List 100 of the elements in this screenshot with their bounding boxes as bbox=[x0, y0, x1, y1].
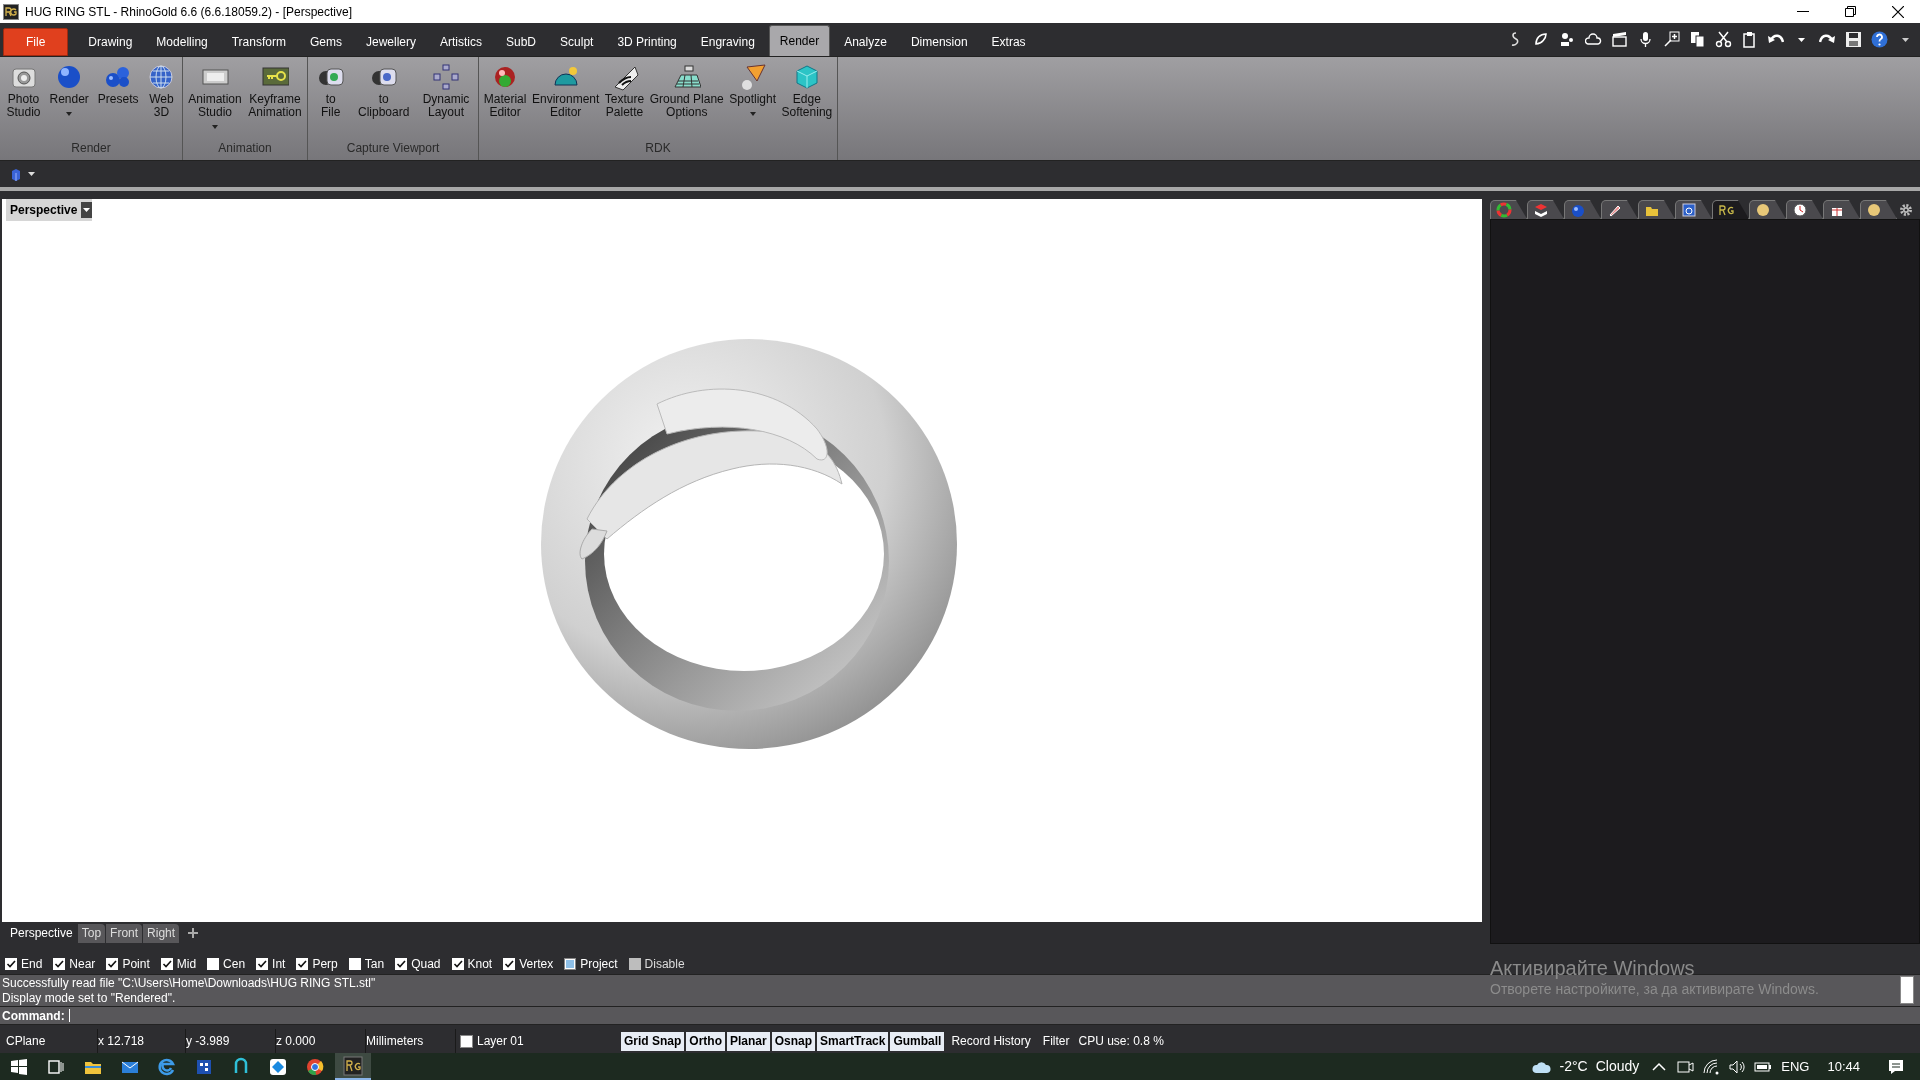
viewport-tab[interactable]: Front bbox=[106, 923, 143, 943]
cloud-icon[interactable] bbox=[1585, 31, 1602, 48]
ribbon-tab[interactable]: 3D Printing bbox=[607, 28, 687, 56]
ribbon-button[interactable]: Environment Editor bbox=[530, 63, 601, 139]
ribbon-button[interactable]: Edge Softening bbox=[780, 63, 834, 139]
viewport[interactable]: Perspective bbox=[0, 199, 1482, 923]
checkbox[interactable] bbox=[160, 958, 173, 970]
ribbon-button[interactable]: Web 3D bbox=[146, 63, 177, 139]
settings-icon[interactable] bbox=[1899, 203, 1913, 217]
status-toggle[interactable]: Filter bbox=[1037, 1031, 1075, 1051]
scrollbar[interactable] bbox=[1900, 976, 1914, 1004]
ribbon-button[interactable]: Presets bbox=[96, 63, 140, 139]
save-icon[interactable] bbox=[1845, 31, 1862, 48]
ribbon-tab[interactable]: Dimension bbox=[900, 28, 978, 56]
ribbon-tab[interactable]: Modelling bbox=[146, 28, 218, 56]
status-toggle[interactable]: Planar bbox=[727, 1031, 770, 1051]
panel-tab[interactable] bbox=[1527, 200, 1564, 219]
windows-start-icon[interactable] bbox=[9, 1056, 29, 1077]
panel-tab[interactable] bbox=[1823, 200, 1860, 219]
minimize-icon[interactable] bbox=[1797, 10, 1809, 13]
ribbon-button[interactable]: to Clipboard bbox=[356, 63, 411, 139]
layer-color-swatch[interactable] bbox=[460, 1034, 473, 1048]
ribbon-button[interactable]: Ground Plane Options bbox=[648, 63, 725, 139]
ribbon-button[interactable]: Animation Studio bbox=[187, 63, 243, 139]
ribbon-button[interactable]: Material Editor bbox=[482, 63, 528, 139]
panel-tab[interactable] bbox=[1749, 200, 1786, 219]
ribbon-button[interactable]: Render bbox=[48, 63, 90, 139]
panel-tab[interactable] bbox=[1601, 200, 1638, 219]
window-title: HUG RING STL - RhinoGold 6.6 (6.6.18059.2) - [Perspective] bbox=[25, 3, 353, 21]
panel-tab[interactable] bbox=[1786, 200, 1823, 219]
checkbox[interactable] bbox=[503, 958, 516, 970]
checkbox[interactable] bbox=[5, 958, 17, 970]
ribbon-button[interactable]: Keyframe Animation bbox=[247, 63, 303, 139]
caret-icon[interactable] bbox=[28, 172, 35, 176]
panel-tab[interactable] bbox=[1712, 200, 1749, 219]
layer-label[interactable]: Layer 01 bbox=[477, 1032, 524, 1050]
ribbon-button[interactable]: Dynamic Layout bbox=[421, 63, 471, 139]
status-toggle[interactable]: Record History bbox=[946, 1031, 1036, 1051]
status-toggle[interactable]: Ortho bbox=[686, 1031, 725, 1051]
language-indicator[interactable]: ENG bbox=[1781, 1056, 1810, 1077]
help-icon[interactable] bbox=[1871, 31, 1888, 48]
zoom-icon[interactable] bbox=[1663, 31, 1680, 48]
checkbox[interactable] bbox=[628, 958, 641, 970]
clapperboard-icon[interactable] bbox=[1611, 31, 1628, 48]
panel-tab[interactable] bbox=[1675, 200, 1712, 219]
chrome-icon[interactable] bbox=[305, 1056, 325, 1077]
viewport-menu-button[interactable] bbox=[81, 202, 93, 218]
panel-tab[interactable] bbox=[1638, 200, 1675, 219]
browser-e-icon[interactable] bbox=[157, 1056, 177, 1077]
taskbar-app-button[interactable] bbox=[335, 1053, 371, 1080]
copy-icon[interactable] bbox=[1689, 31, 1706, 48]
checkbox[interactable] bbox=[106, 958, 119, 970]
ribbon-tab[interactable]: Artistics bbox=[430, 28, 492, 56]
help-window-icon bbox=[1681, 202, 1697, 218]
ribbon-tab[interactable]: Extras bbox=[981, 28, 1036, 56]
microphone-icon[interactable] bbox=[1637, 31, 1654, 48]
restore-icon[interactable] bbox=[1845, 6, 1856, 17]
checkbox[interactable] bbox=[348, 958, 361, 970]
checkbox[interactable] bbox=[451, 958, 464, 970]
checkbox[interactable] bbox=[564, 958, 577, 970]
ribbon-button[interactable]: Photo Studio bbox=[5, 63, 42, 139]
close-icon[interactable] bbox=[1892, 5, 1904, 18]
status-toggle[interactable]: SmartTrack bbox=[817, 1031, 889, 1051]
status-toggle[interactable]: Osnap bbox=[771, 1031, 816, 1051]
file-menu-button[interactable]: File bbox=[3, 28, 69, 56]
units-label[interactable]: Millimeters bbox=[366, 1032, 424, 1050]
checkbox[interactable] bbox=[207, 958, 220, 970]
ribbon-tab[interactable]: Jewellery bbox=[356, 28, 426, 56]
ribbon-tab[interactable]: Gems bbox=[299, 28, 352, 56]
activation-watermark-title: Активирайте Windows bbox=[1490, 956, 1696, 980]
ribbon-tab[interactable]: Sculpt bbox=[550, 28, 604, 56]
people-icon[interactable] bbox=[1559, 31, 1576, 48]
scissors-icon[interactable] bbox=[1715, 31, 1732, 48]
x-coordinate: x 12.718 bbox=[98, 1033, 145, 1050]
group-label: Render bbox=[70, 140, 112, 157]
ribbon-tab[interactable]: Engraving bbox=[690, 28, 765, 56]
status-toggle[interactable]: Gumball bbox=[890, 1031, 945, 1051]
osnap-label: Project bbox=[580, 956, 618, 973]
viewport-tab[interactable]: Top bbox=[77, 923, 106, 943]
panel-tab[interactable] bbox=[1860, 200, 1897, 219]
checkbox[interactable] bbox=[296, 958, 309, 970]
ribbon-tab[interactable]: SubD bbox=[496, 28, 547, 56]
sphere-icon bbox=[1755, 202, 1771, 218]
cplane-label[interactable]: CPlane bbox=[6, 1032, 46, 1050]
y-coordinate: y -3.989 bbox=[186, 1033, 230, 1050]
clock[interactable]: 10:44 bbox=[1827, 1056, 1860, 1077]
ribbon-button[interactable]: Spotlight bbox=[728, 63, 777, 139]
viewport-tab[interactable]: Right bbox=[143, 923, 180, 943]
ribbon-tab[interactable]: Drawing bbox=[78, 28, 143, 56]
ribbon-button[interactable]: to File bbox=[315, 63, 346, 139]
ribbon-tab[interactable]: Analyze bbox=[834, 28, 897, 56]
paste-icon[interactable] bbox=[1741, 31, 1758, 48]
ribbon-tab[interactable]: Render bbox=[768, 25, 831, 56]
status-toggle[interactable]: Grid Snap bbox=[621, 1031, 685, 1051]
ribbon-tab[interactable]: Transform bbox=[221, 28, 296, 56]
ribbon-button[interactable]: Texture Palette bbox=[603, 63, 646, 139]
checkbox[interactable] bbox=[395, 958, 408, 970]
diamond-app-icon[interactable] bbox=[268, 1056, 288, 1077]
checkbox[interactable] bbox=[256, 958, 269, 970]
checkbox[interactable] bbox=[53, 958, 66, 970]
